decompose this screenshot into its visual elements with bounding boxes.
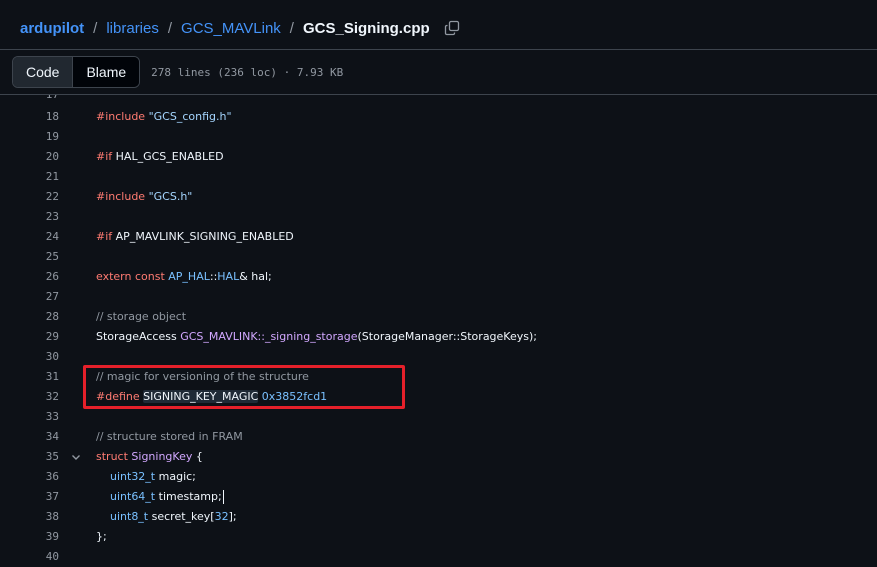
class-name: HAL [217,270,240,283]
line-number[interactable]: 26 [0,267,59,287]
macro-name: HAL_GCS_ENABLED [115,150,224,163]
breadcrumb: ardupilot / libraries / GCS_MAVLink / GC… [20,0,460,56]
line-number[interactable]: 28 [0,307,59,327]
macro-name: SIGNING_KEY_MAGIC [143,390,259,403]
type-name: StorageAccess [96,330,177,343]
keyword: struct [96,450,128,463]
code-view[interactable]: 17 18 #include "GCS_config.h" 19 20 #if … [0,95,877,567]
breadcrumb-current-file: GCS_Signing.cpp [302,19,430,37]
line-number[interactable]: 38 [0,507,59,527]
breadcrumb-libraries-link[interactable]: libraries [106,20,159,37]
function-name: GCS_MAVLINK::_signing_storage [180,330,358,343]
preprocessor-directive: #include [96,190,146,203]
preprocessor-directive: #include [96,110,146,123]
include-path: "GCS.h" [148,190,193,203]
keyword: extern [96,270,132,283]
line-number[interactable]: 27 [0,287,59,307]
code-line: 32 #define SIGNING_KEY_MAGIC 0x3852fcd1 [0,387,877,407]
preprocessor-directive: #define [96,390,140,403]
breadcrumb-separator: / [289,19,294,37]
code-line: 18 #include "GCS_config.h" [0,107,877,127]
chevron-down-icon[interactable] [70,447,82,467]
line-number[interactable]: 25 [0,247,59,267]
macro-name: AP_MAVLINK_SIGNING_ENABLED [115,230,294,243]
code-line: 25 [0,247,877,267]
keyword: const [134,270,165,283]
line-number[interactable]: 24 [0,227,59,247]
code-text: magic; [158,470,196,483]
breadcrumb-separator: / [93,19,98,37]
line-number[interactable]: 39 [0,527,59,547]
line-number[interactable]: 40 [0,547,59,567]
code-tab-button[interactable]: Code [13,57,74,87]
line-number[interactable]: 37 [0,487,59,507]
breadcrumb-repo-link[interactable]: ardupilot [20,20,84,37]
type-name: uint64_t [110,490,156,503]
code-comment: // magic for versioning of the structure [96,370,309,383]
code-line: 33 [0,407,877,427]
code-text: }; [96,530,107,543]
code-text: timestamp; [158,490,222,503]
line-number[interactable]: 33 [0,407,59,427]
type-name: uint8_t [110,510,149,523]
blame-tab-button[interactable]: Blame [73,57,140,87]
numeric-constant: 32 [214,510,229,523]
code-line: 34 // structure stored in FRAM [0,427,877,447]
hex-constant: 0x3852fcd1 [261,390,328,403]
code-line: 29 StorageAccess GCS_MAVLINK::_signing_s… [0,327,877,347]
line-number[interactable]: 21 [0,167,59,187]
code-line: 28 // storage object [0,307,877,327]
code-line: 20 #if HAL_GCS_ENABLED [0,147,877,167]
code-line: 26 extern const AP_HAL::HAL& hal; [0,267,877,287]
breadcrumb-gcs-mavlink-link[interactable]: GCS_MAVLink [181,20,281,37]
code-line: 38 uint8_t secret_key[32]; [0,507,877,527]
line-number[interactable]: 35 [0,447,59,467]
code-line: 30 [0,347,877,367]
include-path: "GCS_config.h" [148,110,232,123]
code-line: 36 uint32_t magic; [0,467,877,487]
namespace-name: AP_HAL [168,270,210,283]
line-number[interactable]: 22 [0,187,59,207]
code-line: 17 [0,95,877,105]
line-number[interactable]: 30 [0,347,59,367]
code-line: 35 struct SigningKey { [0,447,877,467]
text-cursor [222,490,224,504]
code-text: { [195,450,203,463]
code-line: 24 #if AP_MAVLINK_SIGNING_ENABLED [0,227,877,247]
line-number[interactable]: 18 [0,107,59,127]
code-text: (StorageManager::StorageKeys); [357,330,537,343]
code-text: secret_key[ [151,510,215,523]
code-text: & hal; [239,270,272,283]
code-line: 39 }; [0,527,877,547]
code-line: 23 [0,207,877,227]
code-line: 40 [0,547,877,567]
code-line: 19 [0,127,877,147]
file-toolbar: Code Blame 278 lines (236 loc) · 7.93 KB [0,49,877,95]
struct-name: SigningKey [131,450,193,463]
code-line: 27 [0,287,877,307]
preprocessor-directive: #if [96,150,113,163]
line-number[interactable]: 31 [0,367,59,387]
line-number[interactable]: 23 [0,207,59,227]
line-number[interactable]: 36 [0,467,59,487]
line-number[interactable]: 19 [0,127,59,147]
breadcrumb-separator: / [167,19,173,37]
code-line: 37 uint64_t timestamp; [0,487,877,507]
line-number[interactable]: 17 [0,95,59,105]
line-number[interactable]: 32 [0,387,59,407]
code-comment: // structure stored in FRAM [96,430,243,443]
file-info: 278 lines (236 loc) · 7.93 KB [151,65,344,79]
line-number[interactable]: 34 [0,427,59,447]
copy-icon[interactable] [444,20,460,36]
line-number[interactable]: 29 [0,327,59,347]
code-comment: // storage object [96,310,187,323]
preprocessor-directive: #if [96,230,113,243]
code-text: ]; [228,510,237,523]
view-mode-toggle: Code Blame [12,56,141,88]
line-number[interactable]: 20 [0,147,59,167]
code-line: 31 // magic for versioning of the struct… [0,367,877,387]
type-name: uint32_t [110,470,156,483]
code-line: 22 #include "GCS.h" [0,187,877,207]
code-line: 21 [0,167,877,187]
